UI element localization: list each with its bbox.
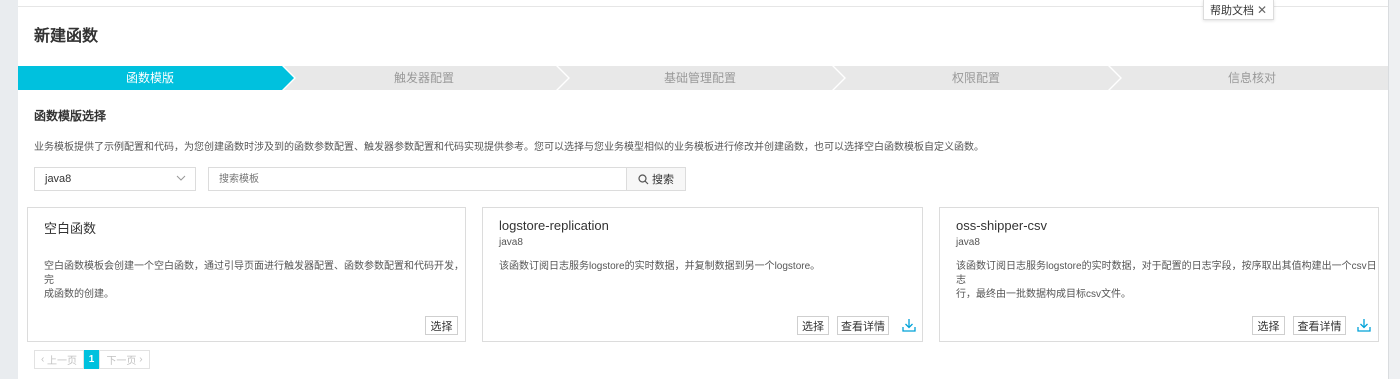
card-description-line: 该函数订阅日志服务logstore的实时数据，并复制数据到另一个logstore… (499, 261, 821, 272)
runtime-select-value: java8 (45, 173, 72, 185)
step-wizard: 函数模版 触发器配置 基础管理配置 权限配置 信息核对 (18, 66, 1388, 90)
card-name: logstore-replication (499, 218, 609, 233)
search-button[interactable]: 搜索 (626, 167, 686, 191)
top-divider (18, 6, 1388, 7)
card-name: oss-shipper-csv (956, 218, 1048, 233)
chevron-right-icon: › (136, 354, 143, 365)
select-button[interactable]: 选择 (425, 316, 458, 335)
download-icon[interactable] (1356, 317, 1372, 333)
template-search-input[interactable] (208, 167, 626, 191)
help-docs-label: 帮助文档 (1209, 4, 1254, 17)
select-button[interactable]: 选择 (1252, 316, 1285, 335)
card-description: 该函数订阅日志服务logstore的实时数据，对于配置的日志字段，按序取出其值构… (956, 260, 1378, 302)
card-description-line: 成函数的创建。 (44, 289, 114, 300)
view-details-button[interactable]: 查看详情 (837, 316, 889, 335)
page-title: 新建函数 (34, 28, 99, 45)
template-card-blank: 空白函数 空白函数模板会创建一个空白函数，通过引导页面进行触发器配置、函数参数配… (27, 207, 466, 342)
card-description: 该函数订阅日志服务logstore的实时数据，并复制数据到另一个logstore… (499, 260, 820, 274)
step-label-4: 权限配置 (951, 71, 1000, 85)
section-description: 业务模板提供了示例配置和代码，为您创建函数时涉及到的函数参数配置、触发器参数配置… (34, 142, 984, 153)
prev-page-label: 上一页 (47, 356, 78, 367)
close-icon[interactable]: ✕ (1257, 3, 1267, 17)
scrollbar[interactable] (1388, 0, 1400, 379)
step-label-3: 基础管理配置 (663, 71, 736, 85)
card-description-line: 该函数订阅日志服务logstore的实时数据，对于配置的日志字段，按序取出其值构… (956, 261, 1377, 286)
page-number-current[interactable]: 1 (84, 350, 99, 369)
help-docs-tab[interactable]: 帮助文档 ✕ (1203, 0, 1274, 20)
chevron-down-icon (176, 168, 186, 198)
card-description-line: 行，最终由一批数据构成目标csv文件。 (956, 289, 1131, 300)
prev-page-button[interactable]: ‹ 上一页 (34, 350, 84, 369)
left-rail (0, 0, 18, 379)
card-runtime: java8 (499, 237, 523, 248)
next-page-button[interactable]: 下一页 › (99, 350, 150, 369)
template-card-logstore-replication: logstore-replication java8 该函数订阅日志服务logs… (482, 207, 923, 342)
search-icon (638, 173, 649, 184)
pagination: ‹ 上一页 1 下一页 › (34, 350, 150, 369)
step-label-1: 函数模版 (125, 71, 174, 85)
section-title: 函数模版选择 (34, 109, 107, 123)
card-name: 空白函数 (44, 221, 97, 236)
card-runtime: java8 (956, 237, 980, 248)
search-button-label: 搜索 (652, 174, 674, 186)
download-icon[interactable] (901, 317, 917, 333)
step-label-2: 触发器配置 (393, 71, 454, 85)
runtime-select[interactable]: java8 (34, 167, 196, 191)
view-details-button[interactable]: 查看详情 (1293, 316, 1346, 335)
select-button[interactable]: 选择 (797, 316, 829, 335)
next-page-label: 下一页 (106, 356, 137, 367)
step-label-5: 信息核对 (1227, 71, 1276, 85)
card-description-line: 空白函数模板会创建一个空白函数，通过引导页面进行触发器配置、函数参数配置和代码开… (44, 261, 464, 286)
card-description: 空白函数模板会创建一个空白函数，通过引导页面进行触发器配置、函数参数配置和代码开… (44, 260, 465, 302)
template-card-oss-shipper-csv: oss-shipper-csv java8 该函数订阅日志服务logstore的… (939, 207, 1379, 342)
